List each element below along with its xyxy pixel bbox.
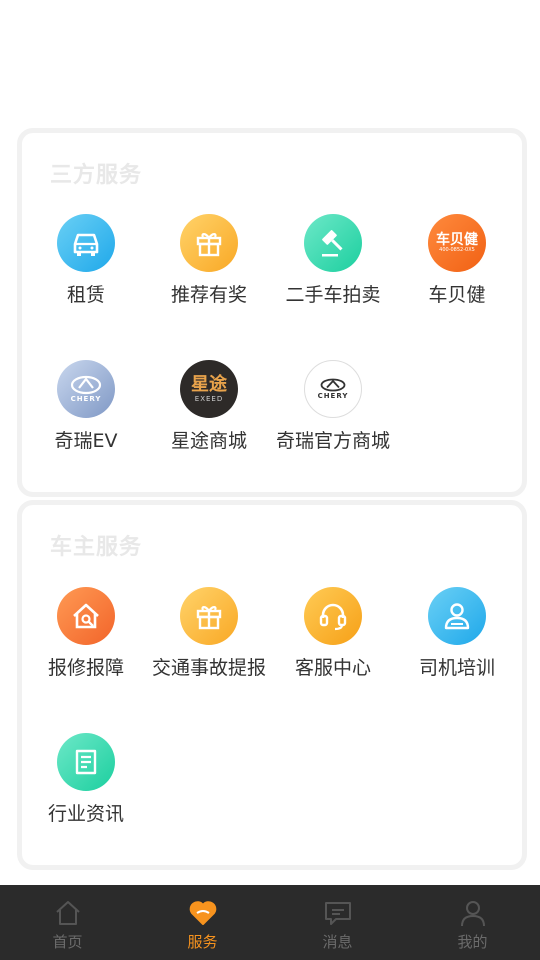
section-title: 三方服务 <box>50 163 143 191</box>
logo-text: CHERY <box>317 392 349 400</box>
gavel-icon <box>304 214 362 272</box>
service-item-exeed-mall[interactable]: 星途 EXEED 星途商城 <box>147 360 271 453</box>
tab-services[interactable]: 服务 <box>135 885 270 960</box>
service-label: 车贝健 <box>428 284 486 306</box>
service-label: 行业资讯 <box>47 803 124 825</box>
service-label: 交通事故提报 <box>151 657 266 679</box>
service-item-used-car-auction[interactable]: 二手车拍卖 <box>271 214 395 307</box>
service-item-accident-report[interactable]: 交通事故提报 <box>147 587 271 680</box>
service-item-industry-news[interactable]: 行业资讯 <box>24 733 148 826</box>
service-label: 推荐有奖 <box>170 284 247 306</box>
user-icon <box>460 901 485 927</box>
tab-label: 消息 <box>322 933 353 951</box>
service-label: 客服中心 <box>294 657 371 679</box>
tab-home[interactable]: 首页 <box>0 885 135 960</box>
service-item-repair-report[interactable]: 报修报障 <box>24 587 148 680</box>
tab-label: 我的 <box>457 933 488 951</box>
service-item-customer-service[interactable]: 客服中心 <box>271 587 395 680</box>
service-label: 租赁 <box>66 284 105 306</box>
logo-sub: EXEED <box>194 395 224 403</box>
tab-mine[interactable]: 我的 <box>405 885 540 960</box>
service-label: 司机培训 <box>418 657 495 679</box>
third-party-services-card: 三方服务 租赁 推荐有奖 二手车拍卖 车贝健 400-0852-0X5 车贝健 … <box>17 128 527 497</box>
section-title: 车主服务 <box>50 535 143 563</box>
gift-icon <box>180 587 238 645</box>
service-item-referral-reward[interactable]: 推荐有奖 <box>147 214 271 307</box>
service-item-chebeijian[interactable]: 车贝健 400-0852-0X5 车贝健 <box>395 214 519 307</box>
repair-house-icon <box>57 587 115 645</box>
service-label: 报修报障 <box>47 657 124 679</box>
driver-icon <box>428 587 486 645</box>
service-label: 奇瑞官方商城 <box>275 430 390 452</box>
home-icon <box>55 901 80 925</box>
service-item-chery-official-mall[interactable]: CHERY 奇瑞官方商城 <box>271 360 395 453</box>
logo-text: 车贝健 <box>436 232 478 248</box>
service-item-chery-ev[interactable]: CHERY 奇瑞EV <box>24 360 148 453</box>
news-doc-icon <box>57 733 115 791</box>
bottom-tab-bar: 首页 服务 消息 我的 <box>0 885 540 960</box>
service-label: 奇瑞EV <box>54 430 118 452</box>
tab-label: 服务 <box>187 933 218 951</box>
exeed-logo-icon: 星途 EXEED <box>180 360 238 418</box>
logo-text: 星途 <box>191 374 227 395</box>
chebeijian-logo-icon: 车贝健 400-0852-0X5 <box>428 214 486 272</box>
car-icon <box>57 214 115 272</box>
logo-text: CHERY <box>70 395 102 403</box>
heart-icon <box>189 901 216 925</box>
chery-logo-icon: CHERY <box>304 360 362 418</box>
headset-icon <box>304 587 362 645</box>
owner-services-card: 车主服务 报修报障 交通事故提报 客服中心 司机培训 行业资讯 <box>17 500 527 870</box>
tab-messages[interactable]: 消息 <box>270 885 405 960</box>
gift-icon <box>180 214 238 272</box>
service-label: 二手车拍卖 <box>285 284 381 306</box>
service-item-rental[interactable]: 租赁 <box>24 214 148 307</box>
service-item-driver-training[interactable]: 司机培训 <box>395 587 519 680</box>
logo-sub: 400-0852-0X5 <box>439 247 475 253</box>
service-label: 星途商城 <box>170 430 247 452</box>
tab-label: 首页 <box>52 933 83 951</box>
message-icon <box>324 902 351 925</box>
chery-ev-logo-icon: CHERY <box>57 360 115 418</box>
